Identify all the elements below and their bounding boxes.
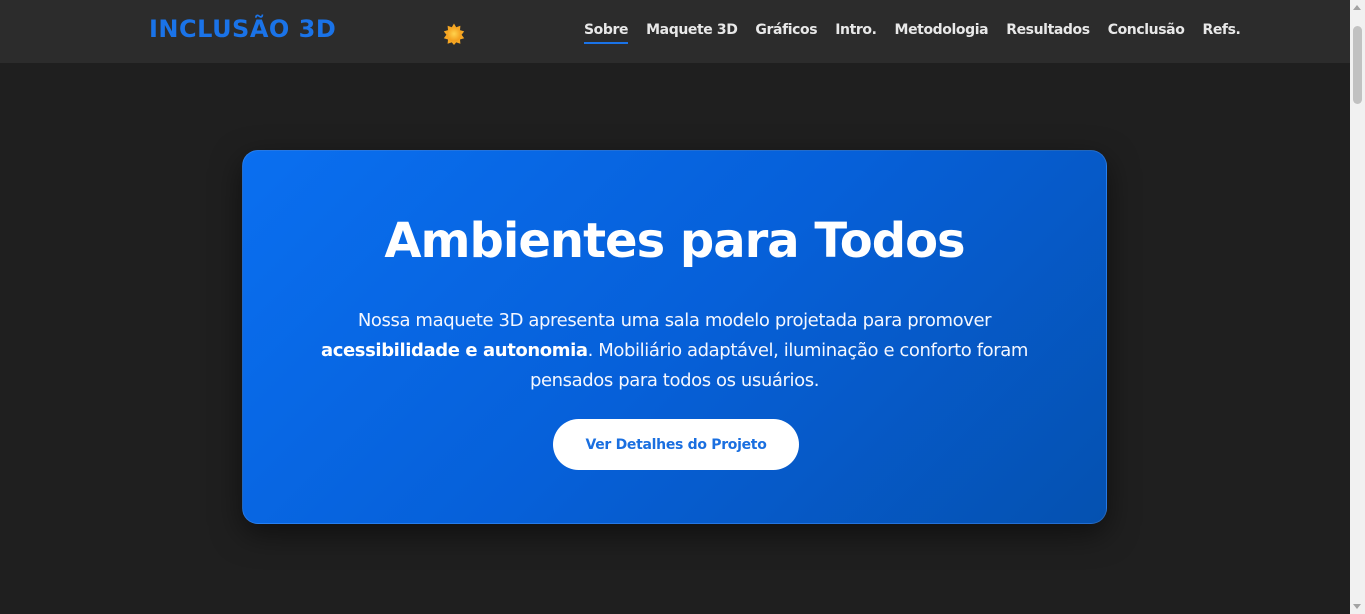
nav-link-maquete-3d[interactable]: Maquete 3D: [646, 22, 738, 44]
top-navbar: INCLUSÃO 3D Sobre Maquete 3D Gráficos In…: [0, 0, 1350, 63]
nav-link-conclusao[interactable]: Conclusão: [1108, 22, 1185, 44]
sun-icon[interactable]: [443, 23, 465, 45]
page-scrollbar[interactable]: [1350, 0, 1365, 614]
hero-text-intro: Nossa maquete 3D apresenta uma sala mode…: [357, 310, 992, 331]
hero-title: Ambientes para Todos: [384, 213, 965, 269]
nav-link-intro[interactable]: Intro.: [835, 22, 877, 44]
hero-text-highlight: acessibilidade e autonomia: [320, 340, 588, 361]
nav-link-sobre[interactable]: Sobre: [584, 22, 629, 44]
scrollbar-thumb[interactable]: [1353, 26, 1362, 104]
nav-link-resultados[interactable]: Resultados: [1006, 22, 1090, 44]
nav-link-graficos[interactable]: Gráficos: [755, 22, 817, 44]
scroll-down-arrow-icon[interactable]: [1353, 604, 1361, 609]
hero-text-rest: . Mobiliário adaptável, iluminação e con…: [529, 340, 1029, 391]
hero-description: Nossa maquete 3D apresenta uma sala mode…: [293, 306, 1056, 396]
site-logo[interactable]: INCLUSÃO 3D: [149, 15, 336, 43]
hero-card: Ambientes para Todos Nossa maquete 3D ap…: [242, 150, 1107, 524]
nav-link-metodologia[interactable]: Metodologia: [895, 22, 989, 44]
main-nav: Sobre Maquete 3D Gráficos Intro. Metodol…: [584, 22, 1241, 44]
scroll-up-arrow-icon[interactable]: [1353, 5, 1361, 10]
project-details-button[interactable]: Ver Detalhes do Projeto: [553, 419, 799, 470]
nav-link-refs[interactable]: Refs.: [1202, 22, 1240, 44]
